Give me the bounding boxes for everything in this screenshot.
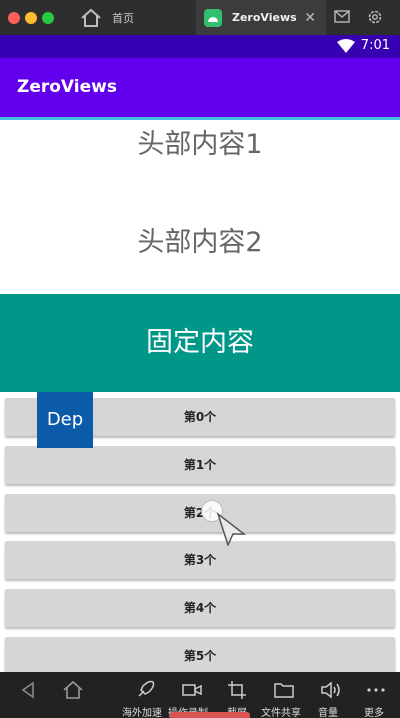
folder-icon (274, 683, 294, 698)
emulator-window: 首页 ZeroViews ✕ 7:01 ZeroViews 头部内容1 头部内容… (0, 0, 400, 718)
house-icon (63, 680, 83, 699)
toolbar-label: 更多 (364, 708, 384, 718)
window-titlebar: 首页 ZeroViews ✕ (0, 0, 400, 35)
app-bar: ZeroViews (0, 58, 400, 117)
back-button[interactable] (8, 672, 48, 718)
volume-button[interactable]: 音量 (310, 672, 350, 718)
more-button[interactable]: 更多 (356, 672, 396, 718)
tab-zeroviews-label: ZeroViews (232, 11, 297, 24)
header-item-1: 头部内容1 (137, 129, 263, 160)
gear-icon[interactable] (366, 8, 384, 26)
home-icon (81, 8, 101, 27)
maximize-window-button[interactable] (42, 12, 54, 24)
floating-dep-view[interactable]: Dep (37, 392, 93, 448)
app-title: ZeroViews (17, 77, 117, 97)
list-item[interactable]: 第2个 (5, 494, 395, 532)
header-item-2: 头部内容2 (137, 227, 263, 258)
list-item[interactable]: 第5个 (5, 637, 395, 672)
more-icon (367, 688, 385, 692)
video-icon (182, 684, 202, 696)
tab-home-label: 首页 (112, 11, 134, 25)
list-item[interactable]: 第3个 (5, 541, 395, 579)
file-share-button[interactable]: 文件共享 (261, 672, 303, 718)
accelerate-button[interactable]: 海外加速 (122, 672, 165, 718)
android-status-bar: 7:01 (0, 35, 400, 58)
sticky-section: 固定内容 (0, 294, 400, 392)
cursor-icon (216, 512, 246, 546)
tab-home[interactable]: 首页 (70, 0, 195, 35)
crop-icon (228, 681, 246, 699)
close-icon[interactable]: ✕ (304, 10, 316, 26)
wifi-icon (337, 39, 355, 53)
list-item[interactable]: 第1个 (5, 446, 395, 484)
home-button[interactable] (52, 672, 92, 718)
back-icon (21, 681, 34, 699)
app-icon (204, 8, 222, 27)
recording-indicator (170, 712, 250, 718)
mail-icon[interactable] (334, 10, 350, 23)
list-item[interactable]: 第4个 (5, 589, 395, 627)
minimize-window-button[interactable] (25, 12, 37, 24)
rocket-icon (138, 680, 155, 697)
volume-icon (321, 681, 340, 699)
status-time: 7:01 (360, 38, 390, 53)
close-window-button[interactable] (8, 12, 20, 24)
tab-zeroviews[interactable]: ZeroViews ✕ (196, 0, 326, 35)
scroll-content[interactable]: 头部内容1 头部内容2 固定内容 第0个 第1个 第2个 第3个 第4个 第5个… (0, 120, 400, 672)
